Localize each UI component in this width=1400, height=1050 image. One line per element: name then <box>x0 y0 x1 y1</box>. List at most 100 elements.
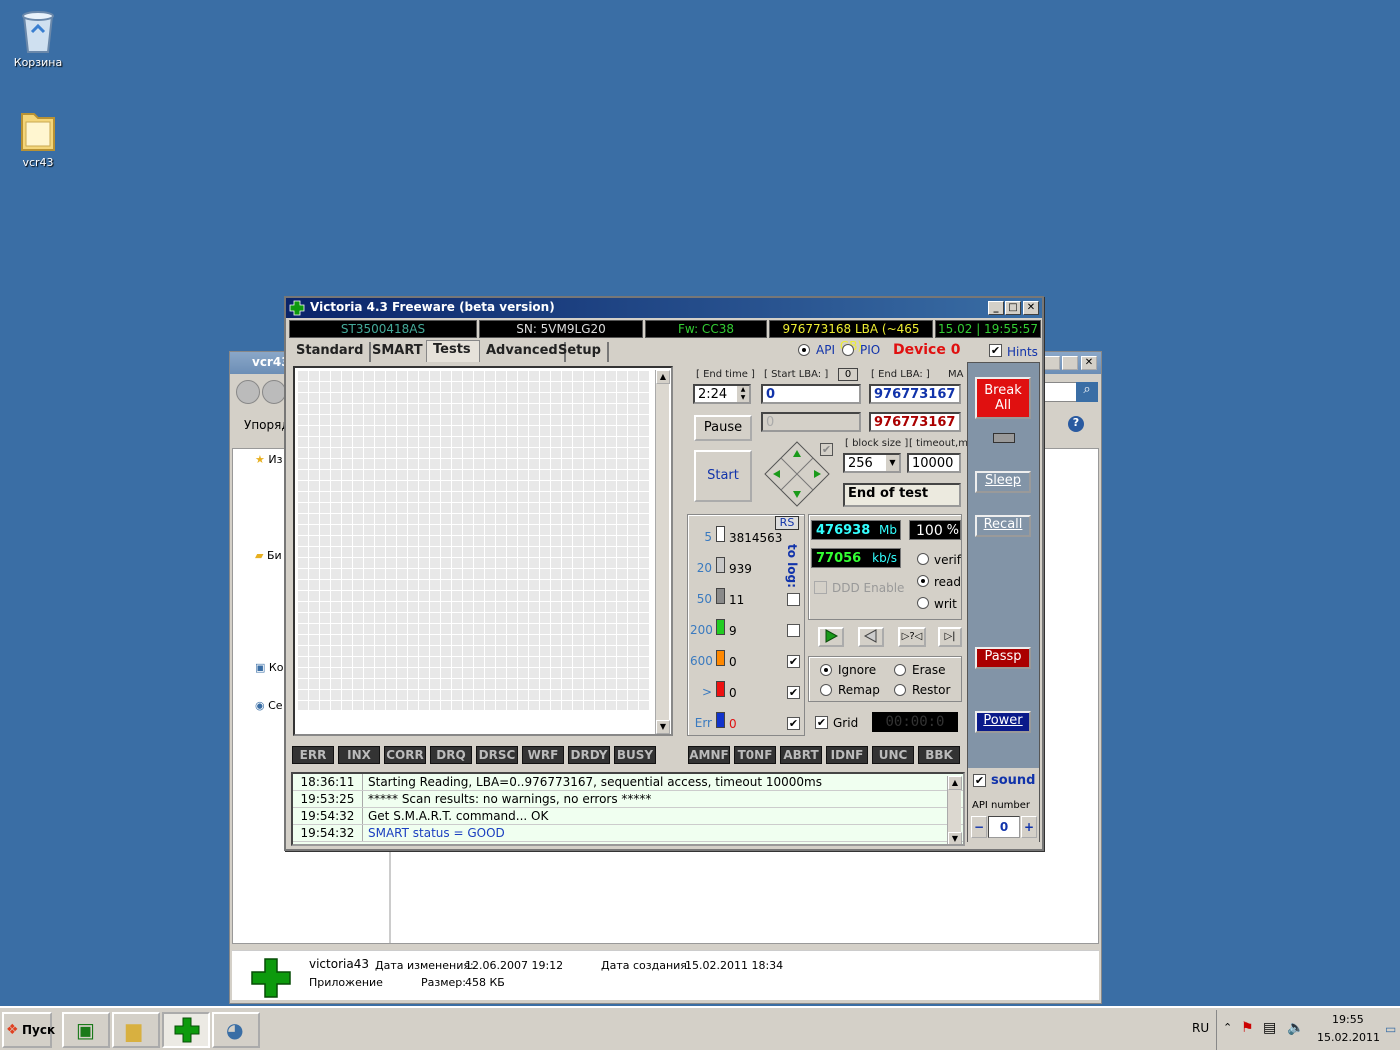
scroll-up-icon[interactable]: ▲ <box>656 370 670 384</box>
start-button[interactable]: Start <box>694 450 752 502</box>
counter-log-checkbox[interactable]: ✔ <box>787 717 800 730</box>
network-tray-icon[interactable]: ▤ <box>1263 1020 1276 1036</box>
details-modified-label: Дата изменения: <box>375 959 474 972</box>
status-flag-unc: UNC <box>872 746 914 764</box>
scroll-down-icon[interactable]: ▼ <box>656 720 670 734</box>
search-icon[interactable]: ⌕ <box>1076 382 1098 402</box>
taskbar-app-explorer[interactable]: ▆ <box>112 1012 160 1048</box>
nav-label: Би <box>266 549 282 562</box>
start-button[interactable]: ❖ Пуск <box>2 1012 55 1048</box>
victoria-window: Victoria 4.3 Freeware (beta version) _ □… <box>284 296 1044 851</box>
read-radio[interactable] <box>917 575 929 587</box>
passp-button[interactable]: Passp <box>975 647 1031 669</box>
nav-libraries[interactable]: ▰ Би <box>255 549 282 562</box>
counter-color-swatch <box>716 557 725 573</box>
nav-label: Из <box>268 453 283 466</box>
break-all-button[interactable]: Break All <box>975 377 1031 419</box>
skip-end-button[interactable]: ▷| <box>938 627 962 647</box>
nav-network[interactable]: ◉ Се <box>255 699 283 712</box>
tab-smart[interactable]: SMART <box>366 342 431 362</box>
grid-checkbox[interactable]: ✔ <box>815 716 828 729</box>
counter-log-checkbox[interactable]: ✔ <box>787 655 800 668</box>
explorer-close-button[interactable]: ✕ <box>1081 356 1097 370</box>
tab-standard[interactable]: Standard <box>290 342 372 362</box>
status-flag-corr: CORR <box>384 746 426 764</box>
end-lba-input[interactable]: 976773167 <box>869 384 961 404</box>
rewind-button[interactable] <box>858 627 884 647</box>
counter-value: 11 <box>729 593 745 607</box>
nav-label: Се <box>268 699 283 712</box>
language-indicator[interactable]: RU <box>1192 1021 1209 1035</box>
log-scrollbar[interactable]: ▲ ▼ <box>947 776 962 844</box>
action-center-icon[interactable]: ⚑ <box>1241 1020 1254 1036</box>
device-label: Device 0 <box>893 342 961 358</box>
counter-value: 0 <box>729 655 737 669</box>
counter-log-checkbox[interactable]: ✔ <box>787 686 800 699</box>
api-number-input[interactable]: 0 <box>988 816 1020 838</box>
scroll-up-icon[interactable]: ▲ <box>948 776 962 790</box>
end-lba-input-2[interactable]: 976773167 <box>869 412 961 432</box>
scan-map-scrollbar[interactable]: ▲ ▼ <box>655 370 670 734</box>
tab-setup[interactable]: Setup <box>552 342 609 362</box>
nav-favorites[interactable]: ★ Из <box>255 453 282 466</box>
tab-tests[interactable]: Tests <box>426 340 480 362</box>
random-seek-button[interactable]: ▷?◁ <box>898 627 926 647</box>
counter-log-checkbox[interactable] <box>787 593 800 606</box>
sound-checkbox[interactable]: ✔ <box>973 774 986 787</box>
direction-checkbox[interactable]: ✔ <box>820 443 833 456</box>
write-radio[interactable] <box>917 597 929 609</box>
grid-label: Grid <box>833 716 859 730</box>
pause-button[interactable]: Pause <box>694 415 752 441</box>
read-label: read <box>934 575 962 589</box>
clock-time[interactable]: 19:55 <box>1332 1013 1364 1026</box>
percent-unit: % <box>946 523 959 538</box>
volume-icon[interactable]: 🔈 <box>1287 1020 1304 1036</box>
api-number-decrement[interactable]: − <box>971 816 987 838</box>
close-button[interactable]: ✕ <box>1023 301 1039 315</box>
recall-button[interactable]: Recall <box>975 515 1031 537</box>
restore-radio[interactable] <box>894 684 906 696</box>
scroll-down-icon[interactable]: ▼ <box>948 832 962 844</box>
minimize-button[interactable]: _ <box>988 301 1004 315</box>
explorer-minimize-button[interactable] <box>1044 356 1060 370</box>
start-lba-input[interactable]: 0 <box>761 384 861 404</box>
show-desktop-icon[interactable]: ▭ <box>1385 1022 1396 1036</box>
explorer-maximize-button[interactable] <box>1062 356 1078 370</box>
rs-button[interactable]: RS <box>775 516 799 530</box>
maximize-button[interactable]: □ <box>1005 301 1021 315</box>
taskbar-app-paint[interactable]: ◕ <box>212 1012 260 1048</box>
play-button[interactable] <box>818 627 844 647</box>
details-size-value: 458 КБ <box>465 976 505 989</box>
explorer-back-button[interactable] <box>236 380 260 404</box>
desktop-icon-vcr43[interactable]: vcr43 <box>0 106 76 169</box>
counter-threshold: 50 <box>696 592 712 606</box>
power-button[interactable]: Power <box>975 711 1031 733</box>
log-message: Get S.M.A.R.T. command... OK <box>368 809 549 823</box>
clock-date[interactable]: 15.02.2011 <box>1317 1031 1380 1044</box>
api-radio[interactable] <box>798 344 810 356</box>
counter-color-swatch <box>716 526 725 542</box>
sleep-button[interactable]: Sleep <box>975 471 1031 493</box>
desktop-icon-recycle-bin[interactable]: Корзина <box>0 6 76 69</box>
verify-radio[interactable] <box>917 553 929 565</box>
nav-computer[interactable]: ▣ Ко <box>255 661 283 674</box>
pio-radio[interactable] <box>842 344 854 356</box>
taskbar-app-victoria[interactable] <box>162 1012 210 1048</box>
status-flag-drdy: DRDY <box>568 746 610 764</box>
remap-radio[interactable] <box>820 684 832 696</box>
erase-radio[interactable] <box>894 664 906 676</box>
hints-checkbox[interactable]: ✔ <box>989 344 1002 357</box>
help-icon[interactable]: ? <box>1068 416 1084 432</box>
percent-value: 100 <box>916 523 943 539</box>
counter-log-checkbox[interactable] <box>787 624 800 637</box>
api-number-increment[interactable]: + <box>1021 816 1037 838</box>
explorer-forward-button[interactable] <box>262 380 286 404</box>
ignore-radio[interactable] <box>820 664 832 676</box>
end-lba-max-tag[interactable]: MA <box>948 369 963 380</box>
timeout-input[interactable]: 10000 <box>907 453 961 473</box>
start-lba-reset-button[interactable]: 0 <box>838 368 858 381</box>
chevron-down-icon[interactable]: ▼ <box>886 455 899 471</box>
end-time-spinner[interactable]: ▲ ▼ <box>737 386 749 402</box>
tray-expand-icon[interactable]: ⌃ <box>1223 1021 1232 1034</box>
taskbar-app-monitor[interactable]: ▣ <box>62 1012 110 1048</box>
